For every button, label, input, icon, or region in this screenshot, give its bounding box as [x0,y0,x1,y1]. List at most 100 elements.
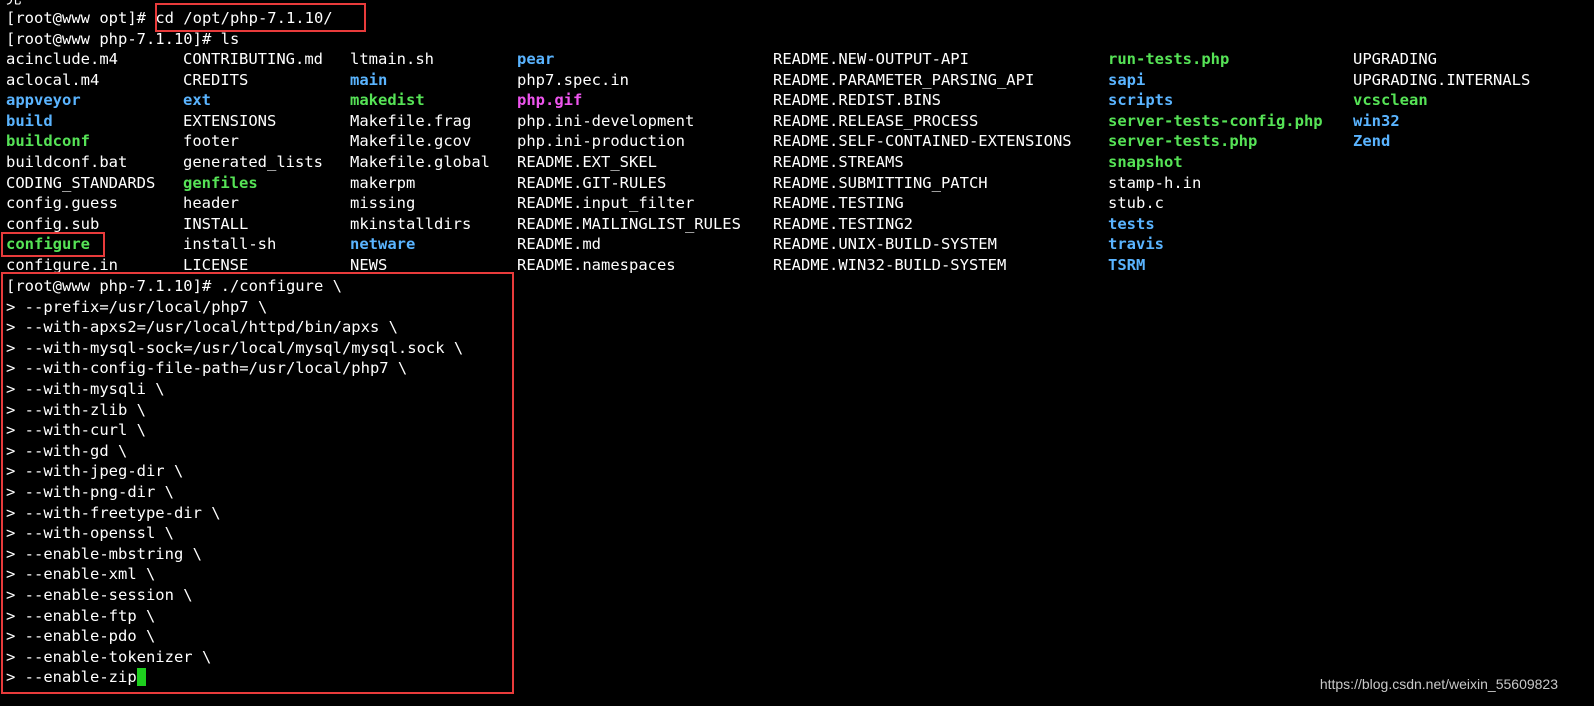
configure-line-text: > --with-png-dir \ [6,483,174,501]
configure-line-text: > --enable-xml \ [6,565,156,584]
listing-entry: LICENSE [183,256,249,274]
listing-row: configure.in LICENSE NEWS README.namespaces… [0,255,1594,275]
listing-entry: pear [517,50,555,68]
listing-entry: footer [183,132,239,151]
listing-row: aclocal.m4 CREDITS main php7.spec.in README.… [0,70,1594,90]
listing-entry: makerpm [350,173,416,192]
listing-entry: README.SELF-CONTAINED-EXTENSIONS [773,132,1072,151]
configure-line-text: > --enable-mbstring \ [6,544,202,563]
listing-entry: README.WIN32-BUILD-SYSTEM [773,256,1007,274]
listing-entry: stub.c [1108,194,1164,213]
configure-line-text: > --with-zlib \ [6,400,146,419]
configure-line: > --with-apxs2=/usr/local/httpd/bin/apxs… [6,317,398,337]
configure-line-text: > --with-openssl \ [6,524,174,543]
configure-line: > --with-png-dir \ [6,482,174,502]
listing-entry: server-tests.php [1108,132,1258,151]
listing-entry: configure.in [6,256,118,274]
listing-entry: install-sh [183,235,277,254]
configure-line-text: > --with-mysqli \ [6,380,165,398]
listing-entry: server-tests-config.php [1108,111,1323,130]
configure-line-text: > --enable-zip [6,668,137,687]
listing-entry: README.md [517,235,601,254]
listing-row: buildconf footer Makefile.gcov php.ini-prod… [0,131,1594,151]
listing-row: config.sub INSTALL mkinstalldirs README.MAI… [0,214,1594,234]
ls-command-line: [root@www php-7.1.10]# ls [6,30,240,48]
configure-line: > --with-mysql-sock=/usr/local/mysql/mys… [6,338,463,358]
listing-entry: snapshot [1108,153,1183,171]
listing-entry: aclocal.m4 [6,70,100,89]
listing-entry: buildconf.bat [6,153,128,171]
cd-command-line: [root@www opt]# cd /opt/php-7.1.10/ [6,8,333,28]
listing-entry: README.TESTING [773,194,904,213]
configure-line-text: > --enable-ftp \ [6,606,156,625]
listing-entry: README.NEW-OUTPUT-API [773,50,969,68]
configure-line-text: > --with-gd \ [6,441,128,460]
listing-entry: stamp-h.in [1108,173,1202,192]
listing-entry: travis [1108,235,1164,254]
listing-entry: build [6,111,53,130]
listing-row: buildconf.bat generated_lists Makefile.glo… [0,152,1594,172]
listing-entry: Makefile.gcov [350,132,472,151]
listing-row: config.guess header missing README.input_fi… [0,193,1594,213]
listing-entry: header [183,194,239,213]
listing-entry: netware [350,235,416,254]
listing-entry: configure [6,235,90,254]
listing-entry: README.SUBMITTING_PATCH [773,173,988,192]
configure-line: > --enable-pdo \ [6,626,155,646]
listing-entry: UPGRADING [1353,50,1437,68]
listing-entry: config.sub [6,214,100,233]
configure-line: > --enable-ftp \ [6,606,155,626]
configure-line: > --prefix=/usr/local/php7 \ [6,297,267,317]
listing-entry: ltmain.sh [350,50,434,68]
listing-entry: CONTRIBUTING.md [183,50,323,68]
configure-line-text: > --with-apxs2=/usr/local/httpd/bin/apxs… [6,318,398,337]
configure-line-text: > --enable-session \ [6,586,193,604]
listing-entry: generated_lists [183,153,323,171]
listing-row: configure install-sh netware README.md READM… [0,234,1594,254]
cd-command: cd /opt/php-7.1.10/ [155,9,333,27]
configure-line-text: > --with-curl \ [6,421,146,440]
listing-entry: php.ini-development [517,111,695,130]
listing-entry: php.gif [517,91,583,110]
listing-entry: README.MAILINGLIST_RULES [517,214,741,233]
configure-line-text: > --with-freetype-dir \ [6,503,221,522]
listing-entry: TSRM [1108,256,1146,274]
listing-entry: EXTENSIONS [183,111,277,130]
listing-entry: README.input_filter [517,194,695,213]
listing-entry: Makefile.global [350,153,490,171]
configure-line: > --enable-mbstring \ [6,544,202,564]
listing-entry: README.TESTING2 [773,214,913,233]
listing-entry: genfiles [183,173,258,192]
listing-entry: mkinstalldirs [350,214,472,233]
listing-row: build EXTENSIONS Makefile.frag php.ini-deve… [0,111,1594,131]
listing-entry: makedist [350,91,425,110]
configure-line: > --with-gd \ [6,441,127,461]
listing-entry: README.PARAMETER_PARSING_API [773,70,1035,89]
configure-line: > --enable-tokenizer \ [6,647,211,667]
listing-row: appveyor ext makedist php.gif README.REDIST.… [0,90,1594,110]
configure-line: > --with-config-file-path=/usr/local/php… [6,358,407,378]
listing-entry: README.EXT_SKEL [517,153,657,171]
configure-line: > --enable-zip [6,667,146,687]
terminal-window[interactable]: 完 · · [root@www opt]# cd /opt/php-7.1.10… [0,0,1594,706]
listing-entry: README.namespaces [517,256,676,274]
listing-entry: UPGRADING.INTERNALS [1353,70,1531,89]
configure-line: > --enable-session \ [6,585,193,605]
configure-line: > --with-curl \ [6,420,146,440]
configure-line: > --with-zlib \ [6,400,146,420]
listing-row: CODING_STANDARDS genfiles makerpm README.GI… [0,173,1594,193]
listing-entry: Zend [1353,132,1391,151]
listing-entry: CODING_STANDARDS [6,173,156,192]
configure-line: > --with-openssl \ [6,523,174,543]
listing-entry: missing [350,194,416,213]
listing-entry: scripts [1108,91,1174,110]
configure-line: > --with-freetype-dir \ [6,503,221,523]
cd-prompt: [root@www opt]# [6,9,156,27]
configure-line: > --enable-xml \ [6,564,155,584]
listing-entry: php.ini-production [517,132,685,151]
listing-entry: php7.spec.in [517,70,629,89]
listing-entry: win32 [1353,111,1400,130]
listing-entry: buildconf [6,132,90,151]
configure-line-text: > --prefix=/usr/local/php7 \ [6,297,268,316]
configure-line-text: > --enable-pdo \ [6,627,156,646]
